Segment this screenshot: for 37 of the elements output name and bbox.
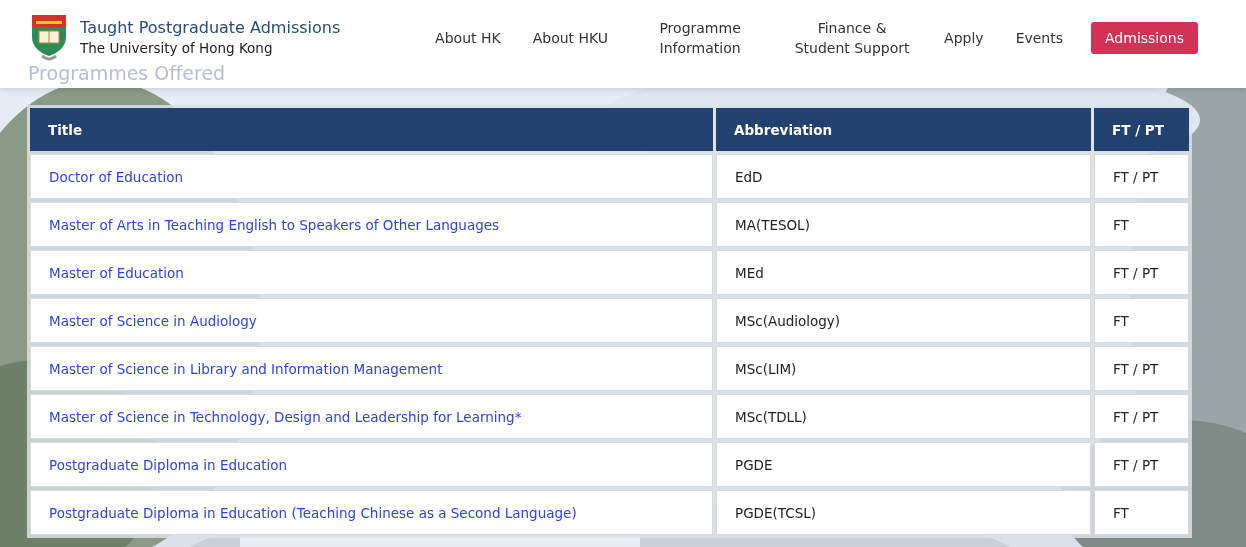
table-cell: FT [1094,202,1189,247]
programme-link[interactable]: Master of Science in Library and Information Management [49,360,443,377]
nav-link[interactable]: About HKU [516,28,625,48]
column-header: Abbreviation [716,108,1091,151]
table-cell: PGDE(TCSL) [716,490,1091,535]
nav-link[interactable]: Events [999,28,1080,48]
column-header: FT / PT [1094,108,1189,151]
nav-link[interactable]: Apply [928,28,1000,48]
site-title: Taught Postgraduate Admissions [80,18,341,37]
table-cell: MA(TESOL) [716,202,1091,247]
table-cell: MEd [716,250,1091,295]
nav-link[interactable]: About HK [419,28,517,48]
programme-link[interactable]: Master of Arts in Teaching English to Speakers of Other Languages [49,216,500,233]
table-cell: EdD [716,154,1091,199]
table-cell: FT / PT [1094,394,1189,439]
table-cell: MSc(TDLL) [716,394,1091,439]
table-cell: FT [1094,298,1189,343]
programme-link[interactable]: Master of Education [49,264,184,281]
table-cell: MSc(LIM) [716,346,1091,391]
programme-link[interactable]: Postgraduate Diploma in Education (Teaching Chinese as a Second Language) [49,504,577,521]
table-cell: FT [1094,490,1189,535]
table-cell: PGDE [716,442,1091,487]
nav-link[interactable]: Finance & Student Support [776,18,929,58]
table-cell: FT / PT [1094,346,1189,391]
site-subtitle: The University of Hong Kong [80,40,274,56]
programme-link[interactable]: Postgraduate Diploma in Education [49,456,288,473]
programme-link[interactable]: Master of Science in Audiology [49,312,257,329]
admissions-button[interactable]: Admissions [1091,22,1198,54]
table-cell: MSc(Audiology) [716,298,1091,343]
column-header: Title [30,108,713,151]
table-cell: FT / PT [1094,250,1189,295]
programme-link[interactable]: Master of Science in Technology, Design and Leadership for Learning* [49,408,522,425]
nav-link[interactable]: Programme Information [624,18,777,58]
table-cell: FT / PT [1094,442,1189,487]
programme-link[interactable]: Doctor of Education [49,168,183,185]
section-heading: Programmes Offered [28,62,226,84]
table-cell: FT / PT [1094,154,1189,199]
